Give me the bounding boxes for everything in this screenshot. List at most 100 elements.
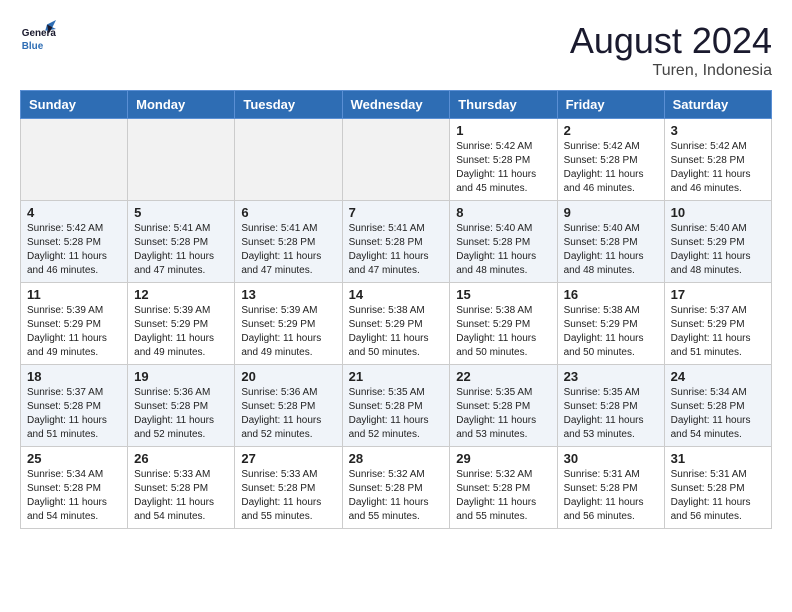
day-number: 12 [134, 287, 228, 302]
day-number: 24 [671, 369, 765, 384]
day-number: 11 [27, 287, 121, 302]
day-info: Sunrise: 5:39 AM Sunset: 5:29 PM Dayligh… [241, 304, 335, 360]
calendar-day-cell [21, 119, 128, 201]
header-friday: Friday [557, 91, 664, 119]
logo-icon: General Blue [20, 20, 56, 56]
calendar-day-cell: 30 Sunrise: 5:31 AM Sunset: 5:28 PM Dayli… [557, 447, 664, 529]
day-number: 3 [671, 123, 765, 138]
title-block: August 2024 Turen, Indonesia [570, 20, 772, 80]
calendar-day-cell: 12 Sunrise: 5:39 AM Sunset: 5:29 PM Dayli… [128, 283, 235, 365]
day-info: Sunrise: 5:34 AM Sunset: 5:28 PM Dayligh… [27, 468, 121, 524]
day-info: Sunrise: 5:34 AM Sunset: 5:28 PM Dayligh… [671, 386, 765, 442]
day-info: Sunrise: 5:42 AM Sunset: 5:28 PM Dayligh… [671, 140, 765, 196]
calendar-day-cell: 19 Sunrise: 5:36 AM Sunset: 5:28 PM Dayli… [128, 365, 235, 447]
header-monday: Monday [128, 91, 235, 119]
location-title: Turen, Indonesia [570, 62, 772, 80]
header-wednesday: Wednesday [342, 91, 450, 119]
calendar-day-cell: 27 Sunrise: 5:33 AM Sunset: 5:28 PM Dayli… [235, 447, 342, 529]
day-info: Sunrise: 5:42 AM Sunset: 5:28 PM Dayligh… [564, 140, 658, 196]
calendar-day-cell: 31Sunrise: 5:31 AM Sunset: 5:28 PM Dayli… [664, 447, 771, 529]
calendar-day-cell: 21 Sunrise: 5:35 AM Sunset: 5:28 PM Dayli… [342, 365, 450, 447]
day-info: Sunrise: 5:36 AM Sunset: 5:28 PM Dayligh… [241, 386, 335, 442]
calendar-day-cell: 8Sunrise: 5:40 AM Sunset: 5:28 PM Daylig… [450, 201, 557, 283]
calendar-day-cell: 18 Sunrise: 5:37 AM Sunset: 5:28 PM Dayli… [21, 365, 128, 447]
day-info: Sunrise: 5:40 AM Sunset: 5:28 PM Dayligh… [456, 222, 550, 278]
day-number: 21 [349, 369, 444, 384]
calendar-day-cell: 13 Sunrise: 5:39 AM Sunset: 5:29 PM Dayli… [235, 283, 342, 365]
day-number: 5 [134, 205, 228, 220]
day-info: Sunrise: 5:32 AM Sunset: 5:28 PM Dayligh… [456, 468, 550, 524]
calendar-day-cell [235, 119, 342, 201]
calendar-week-row: 25 Sunrise: 5:34 AM Sunset: 5:28 PM Dayli… [21, 447, 772, 529]
day-info: Sunrise: 5:41 AM Sunset: 5:28 PM Dayligh… [134, 222, 228, 278]
calendar-day-cell: 2 Sunrise: 5:42 AM Sunset: 5:28 PM Daylig… [557, 119, 664, 201]
calendar-day-cell: 5 Sunrise: 5:41 AM Sunset: 5:28 PM Daylig… [128, 201, 235, 283]
day-number: 15 [456, 287, 550, 302]
calendar-day-cell: 22Sunrise: 5:35 AM Sunset: 5:28 PM Dayli… [450, 365, 557, 447]
calendar-day-cell: 1Sunrise: 5:42 AM Sunset: 5:28 PM Daylig… [450, 119, 557, 201]
day-number: 18 [27, 369, 121, 384]
month-title: August 2024 [570, 20, 772, 62]
calendar-day-cell: 3 Sunrise: 5:42 AM Sunset: 5:28 PM Daylig… [664, 119, 771, 201]
day-number: 14 [349, 287, 444, 302]
day-info: Sunrise: 5:38 AM Sunset: 5:29 PM Dayligh… [349, 304, 444, 360]
calendar-day-cell: 25 Sunrise: 5:34 AM Sunset: 5:28 PM Dayli… [21, 447, 128, 529]
svg-text:Blue: Blue [22, 41, 44, 52]
day-info: Sunrise: 5:33 AM Sunset: 5:28 PM Dayligh… [241, 468, 335, 524]
day-info: Sunrise: 5:40 AM Sunset: 5:28 PM Dayligh… [564, 222, 658, 278]
header-tuesday: Tuesday [235, 91, 342, 119]
day-info: Sunrise: 5:35 AM Sunset: 5:28 PM Dayligh… [349, 386, 444, 442]
calendar-day-cell: 7 Sunrise: 5:41 AM Sunset: 5:28 PM Daylig… [342, 201, 450, 283]
day-info: Sunrise: 5:38 AM Sunset: 5:29 PM Dayligh… [564, 304, 658, 360]
day-info: Sunrise: 5:40 AM Sunset: 5:29 PM Dayligh… [671, 222, 765, 278]
day-number: 25 [27, 451, 121, 466]
day-info: Sunrise: 5:41 AM Sunset: 5:28 PM Dayligh… [241, 222, 335, 278]
day-info: Sunrise: 5:38 AM Sunset: 5:29 PM Dayligh… [456, 304, 550, 360]
day-number: 6 [241, 205, 335, 220]
calendar-day-cell: 6 Sunrise: 5:41 AM Sunset: 5:28 PM Daylig… [235, 201, 342, 283]
day-info: Sunrise: 5:41 AM Sunset: 5:28 PM Dayligh… [349, 222, 444, 278]
day-info: Sunrise: 5:31 AM Sunset: 5:28 PM Dayligh… [564, 468, 658, 524]
logo: General Blue [20, 20, 56, 56]
day-number: 20 [241, 369, 335, 384]
day-info: Sunrise: 5:33 AM Sunset: 5:28 PM Dayligh… [134, 468, 228, 524]
day-number: 10 [671, 205, 765, 220]
day-info: Sunrise: 5:37 AM Sunset: 5:28 PM Dayligh… [27, 386, 121, 442]
day-info: Sunrise: 5:42 AM Sunset: 5:28 PM Dayligh… [456, 140, 550, 196]
day-number: 23 [564, 369, 658, 384]
day-number: 28 [349, 451, 444, 466]
calendar-day-cell: 4Sunrise: 5:42 AM Sunset: 5:28 PM Daylig… [21, 201, 128, 283]
day-info: Sunrise: 5:39 AM Sunset: 5:29 PM Dayligh… [134, 304, 228, 360]
day-info: Sunrise: 5:35 AM Sunset: 5:28 PM Dayligh… [564, 386, 658, 442]
day-number: 26 [134, 451, 228, 466]
day-number: 9 [564, 205, 658, 220]
calendar-day-cell: 23 Sunrise: 5:35 AM Sunset: 5:28 PM Dayli… [557, 365, 664, 447]
header-thursday: Thursday [450, 91, 557, 119]
day-number: 4 [27, 205, 121, 220]
day-number: 30 [564, 451, 658, 466]
calendar-day-cell [342, 119, 450, 201]
day-info: Sunrise: 5:32 AM Sunset: 5:28 PM Dayligh… [349, 468, 444, 524]
day-number: 19 [134, 369, 228, 384]
day-info: Sunrise: 5:35 AM Sunset: 5:28 PM Dayligh… [456, 386, 550, 442]
calendar-day-cell: 17Sunrise: 5:37 AM Sunset: 5:29 PM Dayli… [664, 283, 771, 365]
day-number: 13 [241, 287, 335, 302]
calendar-table: SundayMondayTuesdayWednesdayThursdayFrid… [20, 90, 772, 529]
calendar-day-cell: 14 Sunrise: 5:38 AM Sunset: 5:29 PM Dayli… [342, 283, 450, 365]
day-number: 27 [241, 451, 335, 466]
day-number: 2 [564, 123, 658, 138]
header-saturday: Saturday [664, 91, 771, 119]
calendar-day-cell: 10 Sunrise: 5:40 AM Sunset: 5:29 PM Dayli… [664, 201, 771, 283]
day-number: 16 [564, 287, 658, 302]
calendar-day-cell: 28 Sunrise: 5:32 AM Sunset: 5:28 PM Dayli… [342, 447, 450, 529]
day-info: Sunrise: 5:37 AM Sunset: 5:29 PM Dayligh… [671, 304, 765, 360]
calendar-week-row: 11 Sunrise: 5:39 AM Sunset: 5:29 PM Dayli… [21, 283, 772, 365]
header-sunday: Sunday [21, 91, 128, 119]
page-header: General Blue August 2024 Turen, Indonesi… [20, 20, 772, 80]
day-number: 7 [349, 205, 444, 220]
calendar-week-row: 18 Sunrise: 5:37 AM Sunset: 5:28 PM Dayli… [21, 365, 772, 447]
day-info: Sunrise: 5:39 AM Sunset: 5:29 PM Dayligh… [27, 304, 121, 360]
day-info: Sunrise: 5:36 AM Sunset: 5:28 PM Dayligh… [134, 386, 228, 442]
day-info: Sunrise: 5:31 AM Sunset: 5:28 PM Dayligh… [671, 468, 765, 524]
calendar-day-cell: 16 Sunrise: 5:38 AM Sunset: 5:29 PM Dayli… [557, 283, 664, 365]
